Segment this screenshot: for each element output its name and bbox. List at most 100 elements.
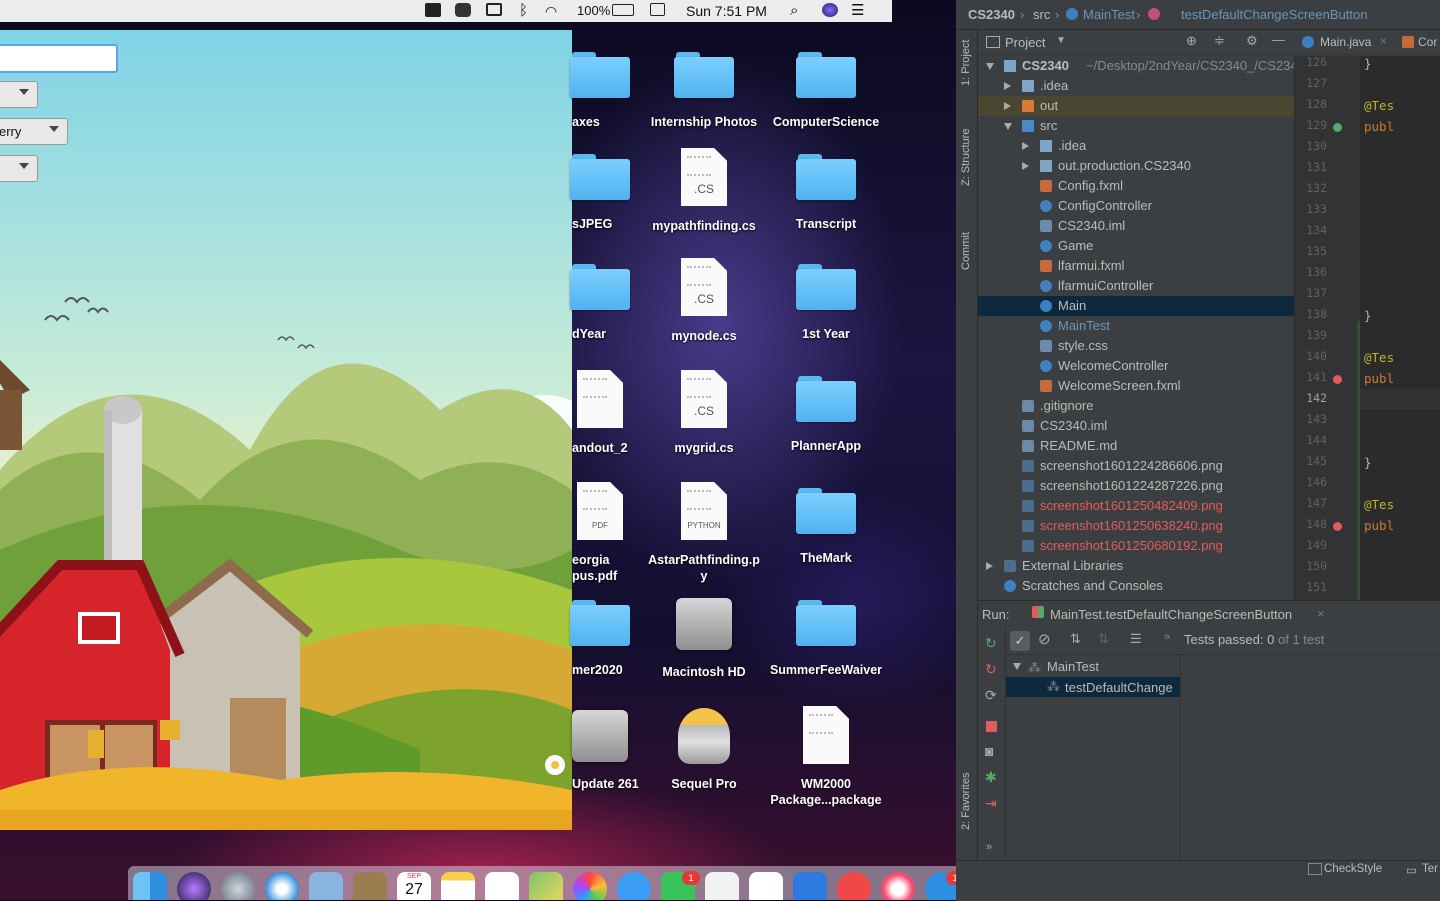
commit-tool-tab[interactable]: Commit: [960, 232, 972, 270]
rerun-failed-icon[interactable]: ↻: [985, 661, 997, 678]
desktop-icon-internship-photos[interactable]: Internship Photos: [644, 46, 764, 146]
chevron-down-icon[interactable]: [986, 63, 994, 70]
tree-row[interactable]: CS2340.iml: [978, 216, 1294, 236]
tree-row[interactable]: lfarmui.fxml: [978, 256, 1294, 276]
structure-tool-tab[interactable]: Z: Structure: [960, 129, 972, 186]
show-passed-icon[interactable]: ✓: [1010, 631, 1030, 651]
tree-row[interactable]: lfarmuiController: [978, 276, 1294, 296]
expand-all-icon[interactable]: ☰: [1130, 631, 1142, 647]
chevron-right-icon[interactable]: [1022, 142, 1029, 150]
run-test-icon[interactable]: [1333, 123, 1342, 132]
tab-main-java[interactable]: Main.java: [1320, 35, 1371, 49]
tree-row[interactable]: .idea: [978, 76, 1294, 96]
collapse-all-icon[interactable]: ≑: [1214, 33, 1225, 49]
reminders-icon[interactable]: [485, 872, 519, 900]
tab-config[interactable]: Cor: [1418, 35, 1437, 49]
rerun-icon[interactable]: ↻: [985, 635, 997, 652]
exit-icon[interactable]: ⇥: [985, 795, 997, 812]
project-panel-title[interactable]: Project: [1005, 35, 1045, 50]
run-test-icon[interactable]: [1333, 522, 1342, 531]
desktop-icon-summerfeewaiver[interactable]: SummerFeeWaiver: [766, 594, 886, 694]
tree-row[interactable]: Scratches and Consoles: [978, 576, 1294, 596]
tree-row[interactable]: src: [978, 116, 1294, 136]
music-icon[interactable]: [881, 872, 915, 900]
checkstyle-tab[interactable]: CheckStyle: [1324, 863, 1382, 875]
desktop-icon-andout-2[interactable]: andout_2: [540, 370, 660, 470]
terminal-tab[interactable]: Ter: [1422, 863, 1438, 875]
calendar-icon[interactable]: SEP 27: [397, 872, 431, 900]
app-store-icon[interactable]: 1: [925, 871, 956, 900]
tree-row[interactable]: style.css: [978, 336, 1294, 356]
desktop-icon-macintosh-hd[interactable]: Macintosh HD: [644, 594, 764, 694]
messages-icon[interactable]: [617, 872, 651, 900]
run-test-icon[interactable]: [1333, 375, 1342, 384]
chevron-right-icon[interactable]: [1022, 162, 1029, 170]
locate-icon[interactable]: ⊕: [1186, 33, 1197, 49]
desktop-icon-plannerapp[interactable]: PlannerApp: [766, 370, 886, 470]
desktop-icon-eorgia[interactable]: PDF eorgia pus.pdf: [540, 482, 660, 583]
facetime-icon[interactable]: 1: [661, 871, 700, 900]
chevron-right-icon[interactable]: [986, 562, 993, 570]
desktop-icon-astarpathfinding-p[interactable]: PYTHON AstarPathfinding.p y: [644, 482, 764, 583]
breadcrumb-class[interactable]: MainTest: [1083, 7, 1135, 22]
desktop-icon-mer2020[interactable]: mer2020: [540, 594, 660, 694]
more-icon[interactable]: »: [1164, 631, 1170, 643]
tree-row[interactable]: .idea: [978, 136, 1294, 156]
chevron-down-icon[interactable]: [1004, 123, 1012, 130]
chevron-down-icon[interactable]: ▼: [1056, 35, 1066, 46]
desktop-icon-sequel-pro[interactable]: Sequel Pro: [644, 706, 764, 806]
news-icon[interactable]: [837, 872, 871, 900]
tree-row[interactable]: ConfigController: [978, 196, 1294, 216]
tree-row[interactable]: README.md: [978, 436, 1294, 456]
chevron-right-icon[interactable]: [1004, 102, 1011, 110]
stop-icon[interactable]: [986, 721, 997, 732]
safari-icon[interactable]: [265, 872, 299, 900]
tree-row[interactable]: screenshot1601224286606.png: [978, 456, 1294, 476]
tree-row[interactable]: .gitignore: [978, 396, 1294, 416]
desktop-icon-computerscience[interactable]: ComputerScience: [766, 46, 886, 146]
tree-row[interactable]: screenshot1601250482409.png: [978, 496, 1294, 516]
close-icon[interactable]: ×: [1317, 606, 1325, 621]
tree-row[interactable]: screenshot1601250680192.png: [978, 536, 1294, 556]
tree-row[interactable]: WelcomeScreen.fxml: [978, 376, 1294, 396]
tree-row[interactable]: Game: [978, 236, 1294, 256]
project-tool-tab[interactable]: 1: Project: [960, 40, 972, 86]
preview-icon[interactable]: [309, 872, 343, 900]
run-tab[interactable]: MainTest.testDefaultChangeScreenButton: [1050, 607, 1292, 622]
desktop-icon-axes[interactable]: axes: [540, 46, 660, 146]
test-child[interactable]: testDefaultChange: [1065, 680, 1173, 695]
bug-icon[interactable]: ✱: [985, 769, 997, 786]
tree-row[interactable]: WelcomeController: [978, 356, 1294, 376]
numbers-icon[interactable]: [749, 872, 783, 900]
chevron-down-icon[interactable]: [1013, 663, 1021, 670]
tree-row[interactable]: CS2340.iml: [978, 416, 1294, 436]
tree-row[interactable]: External Libraries: [978, 556, 1294, 576]
keynote-icon[interactable]: [793, 872, 827, 900]
notes-icon[interactable]: [441, 872, 475, 900]
gear-icon[interactable]: ⚙: [1246, 33, 1258, 49]
favorites-tool-tab[interactable]: 2: Favorites: [960, 773, 972, 830]
desktop-icon-wm2000[interactable]: WM2000 Package...package: [766, 706, 886, 807]
sort-duration-icon[interactable]: ⇅: [1098, 631, 1109, 647]
breadcrumb-method[interactable]: testDefaultChangeScreenButton: [1181, 7, 1367, 22]
tree-row[interactable]: screenshot1601224287226.png: [978, 476, 1294, 496]
tree-row[interactable]: out.production.CS2340: [978, 156, 1294, 176]
hide-icon[interactable]: —: [1272, 32, 1285, 47]
siri-icon[interactable]: [177, 872, 211, 900]
launchpad-icon[interactable]: [221, 872, 255, 900]
desktop-icon-dyear[interactable]: dYear: [540, 258, 660, 358]
photos-icon[interactable]: [573, 872, 607, 900]
tree-row[interactable]: MainTest: [978, 316, 1294, 336]
desktop-icon-mynode-cs[interactable]: .CS mynode.cs: [644, 258, 764, 358]
tree-row[interactable]: CS2340 ~/Desktop/2ndYear/CS2340_/CS234: [978, 56, 1294, 76]
desktop-icon-1st-year[interactable]: 1st Year: [766, 258, 886, 358]
maps-icon[interactable]: [529, 872, 563, 900]
desktop-icon-update-261[interactable]: Update 261: [540, 706, 660, 806]
finder-icon[interactable]: [133, 872, 167, 900]
desktop-icon-mygrid-cs[interactable]: .CS mygrid.cs: [644, 370, 764, 470]
sort-alpha-icon[interactable]: ⇅: [1070, 631, 1081, 647]
camera-icon[interactable]: ◙: [985, 743, 993, 759]
photo-booth-icon[interactable]: [705, 872, 739, 900]
tree-row[interactable]: Config.fxml: [978, 176, 1294, 196]
close-icon[interactable]: ×: [1380, 34, 1387, 48]
